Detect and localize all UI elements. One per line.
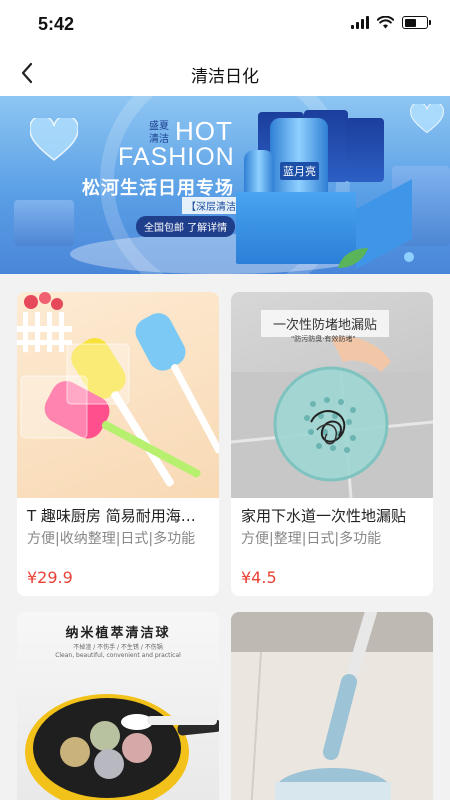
status-time: 5:42 bbox=[38, 14, 75, 34]
image-caption: 一次性防堵地漏贴 bbox=[261, 310, 390, 337]
product-title: T 趣味厨房 简易耐用海绵刷 bbox=[27, 507, 209, 525]
status-icons bbox=[351, 16, 431, 29]
status-bar: 5:42 bbox=[0, 0, 450, 50]
product-image: 一次性防堵地漏贴 "防污防臭·有效防堵" bbox=[231, 292, 433, 498]
brand-label: 蓝月亮 bbox=[280, 162, 319, 180]
wifi-icon bbox=[377, 16, 394, 29]
detergent-bag-image bbox=[346, 118, 384, 182]
cleaning-ball-pan-image bbox=[25, 694, 219, 800]
nav-bar: 清洁日化 bbox=[0, 50, 450, 96]
product-price: ¥29.9 bbox=[27, 568, 73, 587]
product-image bbox=[17, 292, 219, 498]
product-grid: T 趣味厨房 简易耐用海绵刷 方便|收纳整理|日式|多功能 ¥29.9 一次性防… bbox=[17, 292, 433, 800]
banner-fashion-text: FASHION bbox=[118, 143, 235, 171]
heart-balloon-icon bbox=[410, 104, 444, 134]
banner-hot-text: HOT bbox=[175, 116, 233, 146]
product-card[interactable] bbox=[231, 612, 433, 800]
page-title: 清洁日化 bbox=[191, 67, 259, 87]
leaf-icon bbox=[338, 248, 368, 268]
product-tags: 方便|收纳整理|日式|多功能 bbox=[27, 531, 196, 547]
product-tags: 方便|整理|日式|多功能 bbox=[241, 531, 382, 547]
image-subcaption: "防污防臭·有效防堵" bbox=[291, 335, 356, 343]
product-price: ¥4.5 bbox=[241, 568, 277, 587]
banner-cta-button[interactable]: 全国包邮 了解详情 bbox=[136, 216, 236, 237]
cellular-signal-icon bbox=[351, 16, 369, 29]
battery-icon bbox=[402, 16, 431, 29]
product-card[interactable]: 纳米植萃清洁球 不掉渣 / 不伤手 / 不生锈 / 不伤锅 Clean, bea… bbox=[17, 612, 219, 800]
product-card[interactable]: 一次性防堵地漏贴 "防污防臭·有效防堵" 家用下水道一次性地漏贴 方便|整理|日… bbox=[231, 292, 433, 596]
floor-brush-image bbox=[231, 612, 433, 800]
sponge-brush-image bbox=[17, 292, 219, 487]
product-image: 纳米植萃清洁球 不掉渣 / 不伤手 / 不生锈 / 不伤锅 Clean, bea… bbox=[17, 612, 219, 800]
product-card[interactable]: T 趣味厨房 简易耐用海绵刷 方便|收纳整理|日式|多功能 ¥29.9 bbox=[17, 292, 219, 596]
product-image bbox=[231, 612, 433, 800]
heart-balloon-icon bbox=[30, 118, 78, 161]
product-title: 家用下水道一次性地漏贴 bbox=[241, 507, 407, 525]
promo-banner[interactable]: 盛夏清洁 HOT FASHION 松河生活日用专场 【深层清洁】 全国包邮 了解… bbox=[0, 96, 450, 274]
